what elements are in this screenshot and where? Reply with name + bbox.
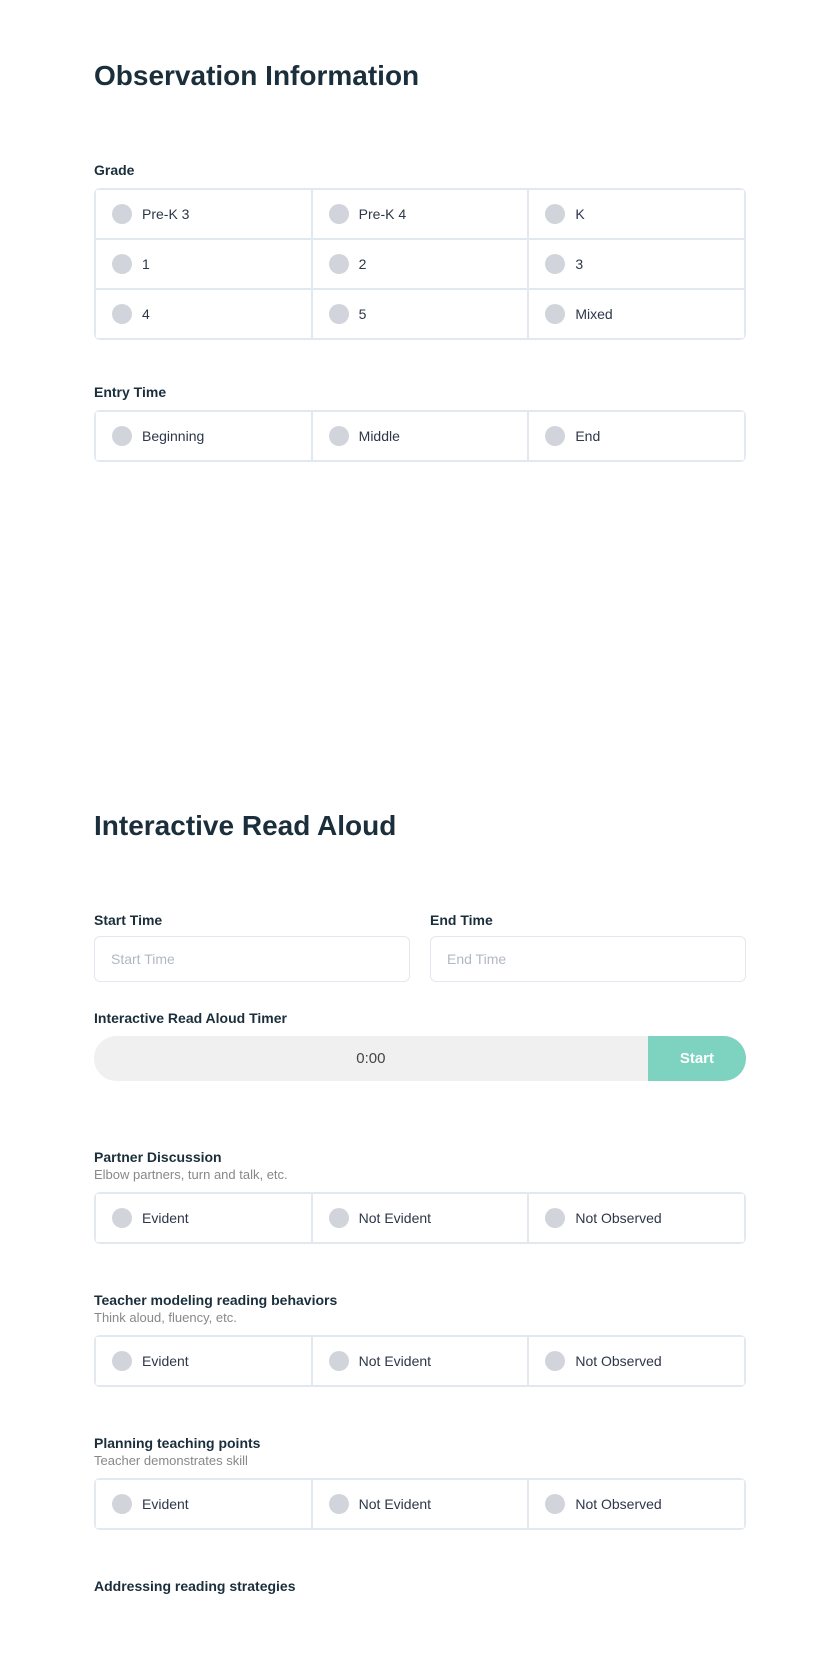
radio-circle xyxy=(112,426,132,446)
end-time-field: End Time xyxy=(430,912,746,982)
ira-title: Interactive Read Aloud xyxy=(94,810,746,842)
grade-option-label: 3 xyxy=(575,256,583,272)
option-label: Not Evident xyxy=(359,1353,431,1369)
grade-option-2[interactable]: 2 xyxy=(312,239,529,289)
grade-option-3[interactable]: 3 xyxy=(528,239,745,289)
radio-circle xyxy=(112,254,132,274)
option-label: Not Observed xyxy=(575,1353,661,1369)
grade-option-label: 2 xyxy=(359,256,367,272)
partner-discussion-label: Partner Discussion xyxy=(94,1149,746,1165)
planning-not-evident[interactable]: Not Evident xyxy=(312,1479,529,1529)
option-label: Not Observed xyxy=(575,1496,661,1512)
start-time-label: Start Time xyxy=(94,912,410,928)
entry-option-label: End xyxy=(575,428,600,444)
timer-display: 0:00 xyxy=(94,1036,648,1081)
grade-radio-group: Pre-K 3 Pre-K 4 K 1 2 3 xyxy=(94,188,746,340)
planning-sub: Teacher demonstrates skill xyxy=(94,1453,746,1468)
option-label: Evident xyxy=(142,1353,189,1369)
teacher-not-observed[interactable]: Not Observed xyxy=(528,1336,745,1386)
radio-circle xyxy=(329,1494,349,1514)
teacher-evident[interactable]: Evident xyxy=(95,1336,312,1386)
grade-option-4[interactable]: 4 xyxy=(95,289,312,339)
option-label: Evident xyxy=(142,1210,189,1226)
radio-circle xyxy=(329,254,349,274)
radio-circle xyxy=(112,1494,132,1514)
teacher-modeling-sub: Think aloud, fluency, etc. xyxy=(94,1310,746,1325)
partner-not-observed[interactable]: Not Observed xyxy=(528,1193,745,1243)
addressing-label: Addressing reading strategies xyxy=(94,1578,746,1594)
teacher-modeling-label: Teacher modeling reading behaviors xyxy=(94,1292,746,1308)
timer-label: Interactive Read Aloud Timer xyxy=(94,1010,746,1026)
grade-option-mixed[interactable]: Mixed xyxy=(528,289,745,339)
radio-circle xyxy=(329,1208,349,1228)
partner-not-evident[interactable]: Not Evident xyxy=(312,1193,529,1243)
grade-option-label: 4 xyxy=(142,306,150,322)
time-inputs-row: Start Time End Time xyxy=(94,912,746,982)
radio-circle xyxy=(112,1351,132,1371)
radio-circle xyxy=(329,304,349,324)
planning-label: Planning teaching points xyxy=(94,1435,746,1451)
observation-title: Observation Information xyxy=(94,60,746,92)
entry-time-label: Entry Time xyxy=(94,384,746,400)
radio-circle xyxy=(545,1208,565,1228)
grade-option-prek3[interactable]: Pre-K 3 xyxy=(95,189,312,239)
radio-circle xyxy=(112,1208,132,1228)
radio-circle xyxy=(545,426,565,446)
start-time-input[interactable] xyxy=(94,936,410,982)
entry-option-label: Middle xyxy=(359,428,400,444)
radio-circle xyxy=(112,304,132,324)
grade-option-label: Mixed xyxy=(575,306,612,322)
entry-time-radio-group: Beginning Middle End xyxy=(94,410,746,462)
planning-not-observed[interactable]: Not Observed xyxy=(528,1479,745,1529)
partner-discussion-radio-group: Evident Not Evident Not Observed xyxy=(94,1192,746,1244)
grade-option-label: Pre-K 3 xyxy=(142,206,189,222)
teacher-modeling-radio-group: Evident Not Evident Not Observed xyxy=(94,1335,746,1387)
grade-option-label: 5 xyxy=(359,306,367,322)
radio-circle xyxy=(329,204,349,224)
grade-option-label: Pre-K 4 xyxy=(359,206,406,222)
entry-option-beginning[interactable]: Beginning xyxy=(95,411,312,461)
radio-circle xyxy=(545,304,565,324)
teacher-not-evident[interactable]: Not Evident xyxy=(312,1336,529,1386)
grade-option-k[interactable]: K xyxy=(528,189,745,239)
radio-circle xyxy=(545,204,565,224)
grade-option-label: K xyxy=(575,206,584,222)
timer-start-button[interactable]: Start xyxy=(648,1036,746,1081)
radio-circle xyxy=(545,1494,565,1514)
timer-section: Interactive Read Aloud Timer 0:00 Start xyxy=(94,1010,746,1081)
partner-evident[interactable]: Evident xyxy=(95,1193,312,1243)
radio-circle xyxy=(329,1351,349,1371)
entry-option-middle[interactable]: Middle xyxy=(312,411,529,461)
radio-circle xyxy=(329,426,349,446)
option-label: Not Evident xyxy=(359,1210,431,1226)
timer-row: 0:00 Start xyxy=(94,1036,746,1081)
start-time-field: Start Time xyxy=(94,912,410,982)
option-label: Not Observed xyxy=(575,1210,661,1226)
radio-circle xyxy=(112,204,132,224)
grade-label: Grade xyxy=(94,162,746,178)
entry-option-label: Beginning xyxy=(142,428,204,444)
radio-circle xyxy=(545,254,565,274)
planning-evident[interactable]: Evident xyxy=(95,1479,312,1529)
grade-option-label: 1 xyxy=(142,256,150,272)
option-label: Not Evident xyxy=(359,1496,431,1512)
end-time-label: End Time xyxy=(430,912,746,928)
planning-radio-group: Evident Not Evident Not Observed xyxy=(94,1478,746,1530)
grade-option-1[interactable]: 1 xyxy=(95,239,312,289)
entry-option-end[interactable]: End xyxy=(528,411,745,461)
option-label: Evident xyxy=(142,1496,189,1512)
end-time-input[interactable] xyxy=(430,936,746,982)
partner-discussion-sub: Elbow partners, turn and talk, etc. xyxy=(94,1167,746,1182)
grade-option-prek4[interactable]: Pre-K 4 xyxy=(312,189,529,239)
radio-circle xyxy=(545,1351,565,1371)
grade-option-5[interactable]: 5 xyxy=(312,289,529,339)
